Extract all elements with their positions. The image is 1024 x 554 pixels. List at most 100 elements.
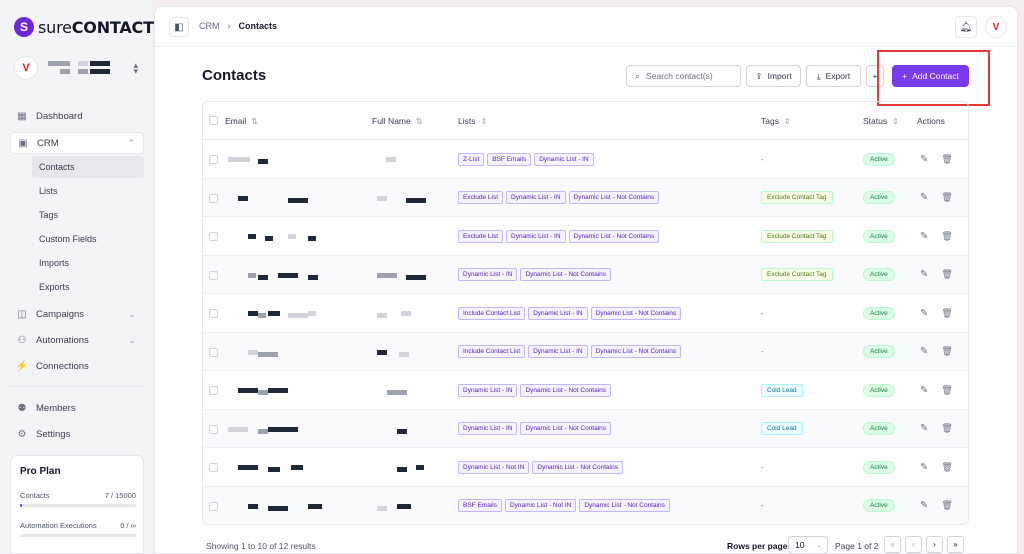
row-checkbox[interactable] bbox=[209, 424, 218, 434]
list-chip: Dynamic List - Not Contains bbox=[520, 422, 612, 435]
trash-icon[interactable]: 🗑︎ bbox=[941, 192, 952, 203]
row-checkbox[interactable] bbox=[209, 347, 218, 357]
next-page-button[interactable]: › bbox=[926, 536, 943, 553]
last-page-button[interactable]: » bbox=[947, 536, 964, 553]
prev-page-button[interactable]: ‹ bbox=[905, 536, 922, 553]
workspace-switcher[interactable]: V ▴ ▾ bbox=[10, 52, 144, 84]
trash-icon[interactable]: 🗑︎ bbox=[941, 385, 952, 396]
status-badge: Active bbox=[863, 383, 895, 397]
row-lists: Dynamic List - IN Dynamic List - Not Cont… bbox=[458, 371, 612, 409]
list-chip: Dynamic List - IN bbox=[458, 422, 518, 435]
sidebar-sub-custom-fields[interactable]: Custom Fields bbox=[32, 228, 144, 250]
list-chip: Dynamic List - Not Contains bbox=[579, 499, 670, 512]
row-checkbox[interactable] bbox=[209, 501, 218, 511]
list-chip: BSF Emails bbox=[487, 152, 532, 166]
bell-icon[interactable]: 🔔︎ bbox=[955, 16, 977, 38]
table-row[interactable]: Dynamic List - Not IN Dynamic List - Not … bbox=[203, 448, 968, 487]
trash-icon[interactable]: 🗑︎ bbox=[941, 462, 952, 473]
edit-icon[interactable]: ✎ bbox=[920, 231, 928, 242]
table-row[interactable]: Z-List BSF Emails Dynamic List - IN - Active… bbox=[203, 140, 968, 179]
row-checkbox[interactable] bbox=[209, 193, 218, 203]
logo[interactable]: S sureCONTACT bbox=[14, 16, 154, 38]
edit-icon[interactable]: ✎ bbox=[920, 500, 928, 511]
row-tags: Exclude Contact Tag bbox=[761, 179, 833, 217]
row-checkbox[interactable] bbox=[209, 463, 218, 472]
tag-chip: Cold Lead bbox=[761, 383, 803, 397]
edit-icon[interactable]: ✎ bbox=[920, 154, 928, 165]
user-avatar[interactable]: V bbox=[985, 16, 1007, 38]
topbar: ◧ CRM › Contacts 🔔︎ V bbox=[155, 7, 1017, 47]
import-button[interactable]: ⇪ Import bbox=[746, 65, 801, 87]
row-actions: ✎ 🗑︎ bbox=[920, 140, 953, 178]
row-lists: Dynamic List - IN Dynamic List - Not Cont… bbox=[458, 256, 612, 294]
table-row[interactable]: BSF Emails Dynamic List - Not IN Dynamic L… bbox=[203, 486, 968, 525]
row-tags: Cold Lead bbox=[761, 371, 803, 409]
chevron-right-icon: › bbox=[227, 21, 231, 31]
header-status[interactable]: Status ⇕ bbox=[863, 116, 899, 126]
rows-per-page-select[interactable]: 10 ⌄ bbox=[788, 536, 828, 554]
list-chip: Dynamic List - Not Contains bbox=[520, 383, 612, 397]
header-lists[interactable]: Lists ⇕ bbox=[458, 116, 487, 126]
status-badge: Active bbox=[863, 460, 895, 474]
row-lists: Z-List BSF Emails Dynamic List - IN bbox=[458, 140, 594, 178]
sidebar-toggle-icon[interactable]: ◧ bbox=[169, 17, 189, 37]
trash-icon[interactable]: 🗑︎ bbox=[941, 346, 952, 357]
table-row[interactable]: Dynamic List - IN Dynamic List - Not Cont… bbox=[203, 371, 968, 410]
trash-icon[interactable]: 🗑︎ bbox=[941, 269, 952, 280]
list-chip: Include Contact List bbox=[458, 306, 526, 320]
trash-icon[interactable]: 🗑︎ bbox=[941, 154, 952, 165]
highlight-box bbox=[877, 50, 990, 106]
sidebar-item-crm[interactable]: ▣ CRM ⌃ bbox=[10, 132, 144, 154]
row-checkbox[interactable] bbox=[209, 309, 218, 318]
row-checkbox[interactable] bbox=[209, 232, 218, 241]
breadcrumb-crm[interactable]: CRM bbox=[199, 21, 220, 31]
edit-icon[interactable]: ✎ bbox=[920, 385, 928, 396]
edit-icon[interactable]: ✎ bbox=[920, 346, 928, 357]
header-email[interactable]: Email ⇅ bbox=[225, 116, 258, 126]
sidebar-sub-lists[interactable]: Lists bbox=[32, 180, 144, 202]
edit-icon[interactable]: ✎ bbox=[920, 462, 928, 473]
list-chip: Dynamic List - IN bbox=[534, 152, 594, 166]
edit-icon[interactable]: ✎ bbox=[920, 269, 928, 280]
trash-icon[interactable]: 🗑︎ bbox=[941, 500, 952, 511]
sidebar-sub-tags[interactable]: Tags bbox=[32, 204, 144, 226]
sidebar-item-dashboard[interactable]: ▦ Dashboard bbox=[10, 105, 144, 127]
row-checkbox[interactable] bbox=[209, 155, 218, 164]
row-actions: ✎ 🗑︎ bbox=[920, 217, 953, 255]
edit-icon[interactable]: ✎ bbox=[920, 192, 928, 203]
tag-chip: Exclude Contact Tag bbox=[761, 268, 833, 281]
row-tags: Exclude Contact Tag bbox=[761, 217, 833, 255]
sidebar-sub-contacts[interactable]: Contacts bbox=[32, 156, 144, 178]
row-checkbox[interactable] bbox=[209, 270, 218, 280]
sidebar-item-campaigns[interactable]: ◫ Campaigns ⌄ bbox=[10, 303, 144, 325]
row-lists: Exclude List Dynamic List - IN Dynamic Lis… bbox=[458, 217, 660, 255]
edit-icon[interactable]: ✎ bbox=[920, 308, 928, 319]
sidebar-item-automations[interactable]: ⚇ Automations ⌄ bbox=[10, 329, 144, 351]
trash-icon[interactable]: 🗑︎ bbox=[941, 231, 952, 242]
chevron-updown-icon: ▴ ▾ bbox=[133, 60, 138, 76]
sidebar-sub-exports[interactable]: Exports bbox=[32, 276, 144, 298]
sidebar-item-settings[interactable]: ⚙ Settings bbox=[10, 423, 144, 445]
first-page-button[interactable]: « bbox=[884, 536, 901, 553]
search-input[interactable]: ⌕ Search contact(s) bbox=[626, 65, 741, 87]
row-checkbox[interactable] bbox=[209, 386, 218, 395]
list-chip: Dynamic List - Not Contains bbox=[590, 306, 682, 320]
row-actions: ✎ 🗑︎ bbox=[920, 294, 953, 332]
trash-icon[interactable]: 🗑︎ bbox=[941, 423, 952, 434]
sidebar-item-members[interactable]: ⚉ Members bbox=[10, 397, 144, 419]
table-row[interactable]: Include Contact List Dynamic List - IN Dyn… bbox=[203, 294, 968, 333]
table-row[interactable]: Include Contact List Dynamic List - IN Dyn… bbox=[203, 332, 968, 371]
select-all-checkbox[interactable] bbox=[209, 116, 218, 125]
table-row[interactable]: Exclude List Dynamic List - IN Dynamic Lis… bbox=[203, 178, 968, 217]
sidebar-sub-imports[interactable]: Imports bbox=[32, 252, 144, 274]
export-button[interactable]: ⤓ Export bbox=[806, 65, 861, 87]
table-row[interactable]: Dynamic List - IN Dynamic List - Not Cont… bbox=[203, 409, 968, 448]
table-row[interactable]: Dynamic List - IN Dynamic List - Not Cont… bbox=[203, 255, 968, 294]
table-row[interactable]: Exclude List Dynamic List - IN Dynamic Lis… bbox=[203, 217, 968, 256]
trash-icon[interactable]: 🗑︎ bbox=[941, 308, 952, 319]
header-tags[interactable]: Tags ⇕ bbox=[761, 116, 791, 126]
sidebar-item-connections[interactable]: ⚡ Connections bbox=[10, 355, 144, 377]
header-full-name[interactable]: Full Name ⇅ bbox=[372, 116, 422, 126]
edit-icon[interactable]: ✎ bbox=[920, 423, 928, 434]
row-lists: BSF Emails Dynamic List - Not IN Dynamic L… bbox=[458, 487, 670, 525]
